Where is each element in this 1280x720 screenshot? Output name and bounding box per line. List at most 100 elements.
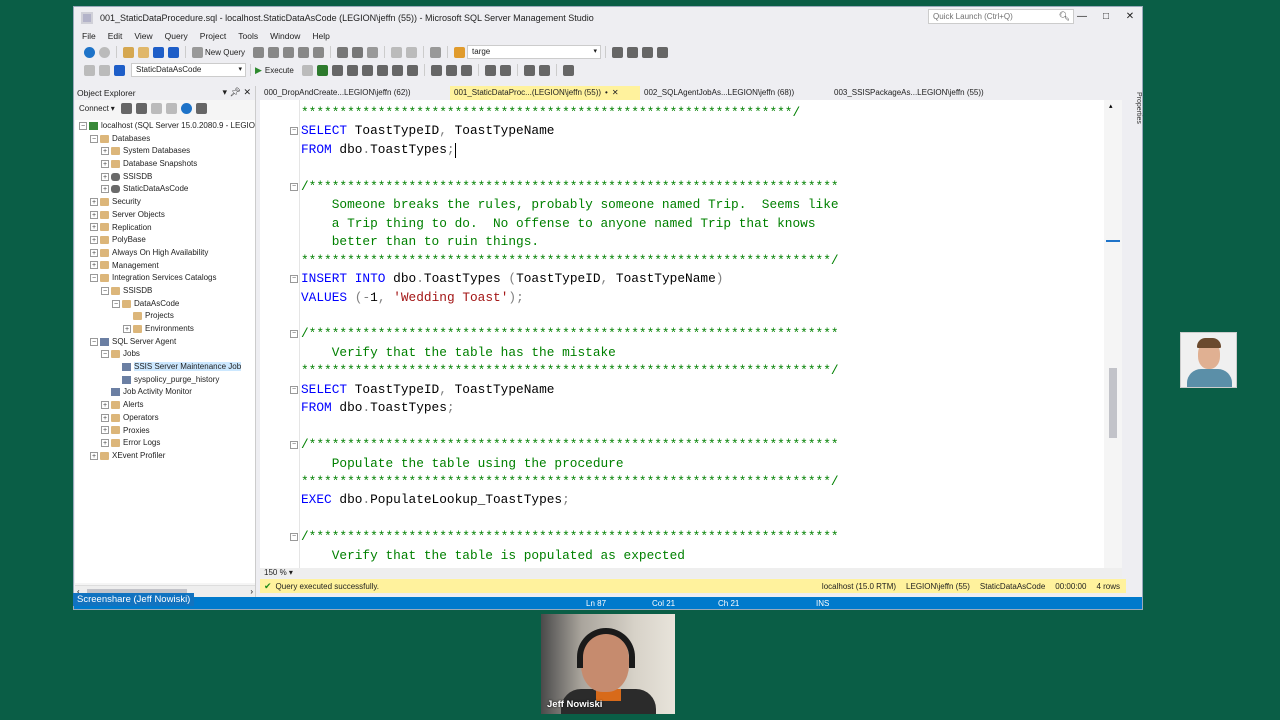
close-icon[interactable]: ✕: [243, 87, 251, 97]
maximize-button[interactable]: □: [1094, 7, 1118, 27]
expand-icon[interactable]: +: [101, 401, 109, 410]
window-layout-icon[interactable]: [657, 46, 669, 58]
tree-node[interactable]: + Alerts: [75, 399, 255, 412]
disconnect-icon[interactable]: [99, 64, 110, 76]
paste-icon[interactable]: [367, 46, 379, 58]
fold-toggle-icon[interactable]: −: [290, 441, 298, 450]
tree-node[interactable]: − Integration Services Catalogs: [75, 272, 255, 285]
collapse-icon[interactable]: −: [101, 286, 109, 295]
tree-node[interactable]: Job Activity Monitor: [75, 386, 255, 399]
results-to-grid-icon[interactable]: [445, 64, 457, 76]
code-line[interactable]: FROM dbo.ToastTypes;: [301, 141, 455, 159]
connect-icon[interactable]: [84, 64, 95, 76]
search-combo[interactable]: targe ▾: [467, 45, 602, 59]
tree-node[interactable]: + Operators: [75, 412, 255, 425]
expand-icon[interactable]: +: [90, 248, 98, 257]
xmla-query-icon[interactable]: [298, 46, 310, 58]
db-engine-query-icon[interactable]: [253, 46, 265, 58]
expand-icon[interactable]: +: [101, 159, 109, 168]
tree-node[interactable]: + StaticDataAsCode: [75, 183, 255, 196]
cut-icon[interactable]: [337, 46, 349, 58]
code-line[interactable]: better than to ruin things.: [301, 233, 539, 251]
tree-node[interactable]: syspolicy_purge_history: [75, 374, 255, 387]
tree-node[interactable]: + SSISDB: [75, 171, 255, 184]
tree-node[interactable]: + Error Logs: [75, 437, 255, 450]
code-line[interactable]: ****************************************…: [301, 104, 800, 122]
new-query-icon[interactable]: [192, 46, 203, 58]
open-folder-icon[interactable]: [138, 46, 149, 58]
solution-explorer-icon[interactable]: [612, 46, 624, 58]
collapse-icon[interactable]: −: [101, 350, 109, 359]
save-all-icon[interactable]: [168, 46, 179, 58]
expand-icon[interactable]: +: [101, 413, 109, 422]
increase-indent-icon[interactable]: [538, 64, 550, 76]
collapse-icon[interactable]: −: [112, 299, 120, 308]
tree-node[interactable]: + Database Snapshots: [75, 158, 255, 171]
expand-icon[interactable]: +: [90, 198, 98, 207]
save-icon[interactable]: [153, 46, 164, 58]
document-tab[interactable]: 003_SSISPackageAs...LEGION\jeffn (55)): [830, 86, 1020, 100]
pin-icon[interactable]: 📌︎: [230, 87, 241, 97]
tree-node[interactable]: + Replication: [75, 222, 255, 235]
code-line[interactable]: Verify that the table has the mistake: [301, 344, 616, 362]
tree-node[interactable]: + Security: [75, 196, 255, 209]
expand-icon[interactable]: +: [101, 147, 109, 156]
tree-node[interactable]: + XEvent Profiler: [75, 450, 255, 463]
results-to-file-icon[interactable]: [460, 64, 472, 76]
code-area[interactable]: ****************************************…: [301, 100, 1104, 578]
expand-icon[interactable]: +: [101, 439, 109, 448]
tree-node[interactable]: − localhost (SQL Server 15.0.2080.9 - LEG…: [75, 120, 255, 133]
close-tab-icon[interactable]: ✕: [612, 88, 619, 97]
document-tab[interactable]: 002_SQLAgentJobAs...LEGION\jeffn (68)): [640, 86, 830, 100]
new-item-icon[interactable]: [123, 46, 134, 58]
fold-toggle-icon[interactable]: −: [290, 330, 298, 339]
minimize-button[interactable]: —: [1070, 7, 1094, 27]
zoom-level[interactable]: 150 % ▾: [260, 568, 1122, 578]
document-tab[interactable]: 000_DropAndCreate...LEGION\jeffn (62)): [260, 86, 450, 100]
menu-view[interactable]: View: [128, 29, 158, 43]
tree-node[interactable]: Projects: [75, 310, 255, 323]
expand-icon[interactable]: +: [90, 236, 98, 245]
display-estimated-plan-icon[interactable]: [331, 64, 343, 76]
fold-toggle-icon[interactable]: −: [290, 533, 298, 542]
expand-icon[interactable]: +: [101, 426, 109, 435]
tree-node[interactable]: − Jobs: [75, 348, 255, 361]
tree-node[interactable]: − DataAsCode: [75, 298, 255, 311]
decrease-indent-icon[interactable]: [523, 64, 535, 76]
tree-node[interactable]: + Server Objects: [75, 209, 255, 222]
chevron-down-icon[interactable]: ▾: [111, 104, 115, 113]
disconnect-object-explorer-icon[interactable]: [135, 102, 147, 114]
chevron-down-icon[interactable]: ▾: [289, 568, 293, 577]
parse-icon[interactable]: [316, 64, 328, 76]
code-line[interactable]: /***************************************…: [301, 178, 839, 196]
chevron-up-icon[interactable]: ▴: [1109, 102, 1113, 110]
fold-toggle-icon[interactable]: −: [290, 127, 298, 136]
expand-icon[interactable]: +: [123, 324, 131, 333]
refresh-icon[interactable]: [180, 102, 192, 114]
tree-node[interactable]: + Proxies: [75, 425, 255, 438]
uncomment-icon[interactable]: [499, 64, 511, 76]
fold-toggle-icon[interactable]: −: [290, 182, 298, 191]
fold-toggle-icon[interactable]: −: [290, 275, 298, 284]
code-line[interactable]: ****************************************…: [301, 473, 839, 491]
tree-node[interactable]: + Always On High Availability: [75, 247, 255, 260]
results-to-text-icon[interactable]: [430, 64, 442, 76]
menu-window[interactable]: Window: [264, 29, 306, 43]
code-line[interactable]: SELECT ToastTypeID, ToastTypeName: [301, 381, 554, 399]
code-line[interactable]: SELECT ToastTypeID, ToastTypeName: [301, 122, 554, 140]
navigate-icon[interactable]: [430, 46, 442, 58]
menu-tools[interactable]: Tools: [232, 29, 264, 43]
tree-node[interactable]: + Environments: [75, 323, 255, 336]
code-line[interactable]: Someone breaks the rules, probably someo…: [301, 196, 839, 214]
query-options-icon[interactable]: [346, 64, 358, 76]
menu-query[interactable]: Query: [159, 29, 194, 43]
expand-icon[interactable]: +: [101, 185, 109, 194]
undo-icon[interactable]: [391, 46, 403, 58]
collapse-icon[interactable]: −: [90, 134, 98, 143]
close-button[interactable]: ✕: [1118, 7, 1142, 27]
cancel-query-icon[interactable]: [301, 64, 313, 76]
document-tab[interactable]: 001_StaticDataProc...(LEGION\jeffn (55))…: [450, 86, 640, 100]
code-line[interactable]: ****************************************…: [301, 252, 839, 270]
client-stats-icon[interactable]: [406, 64, 418, 76]
include-actual-plan-icon[interactable]: [376, 64, 388, 76]
